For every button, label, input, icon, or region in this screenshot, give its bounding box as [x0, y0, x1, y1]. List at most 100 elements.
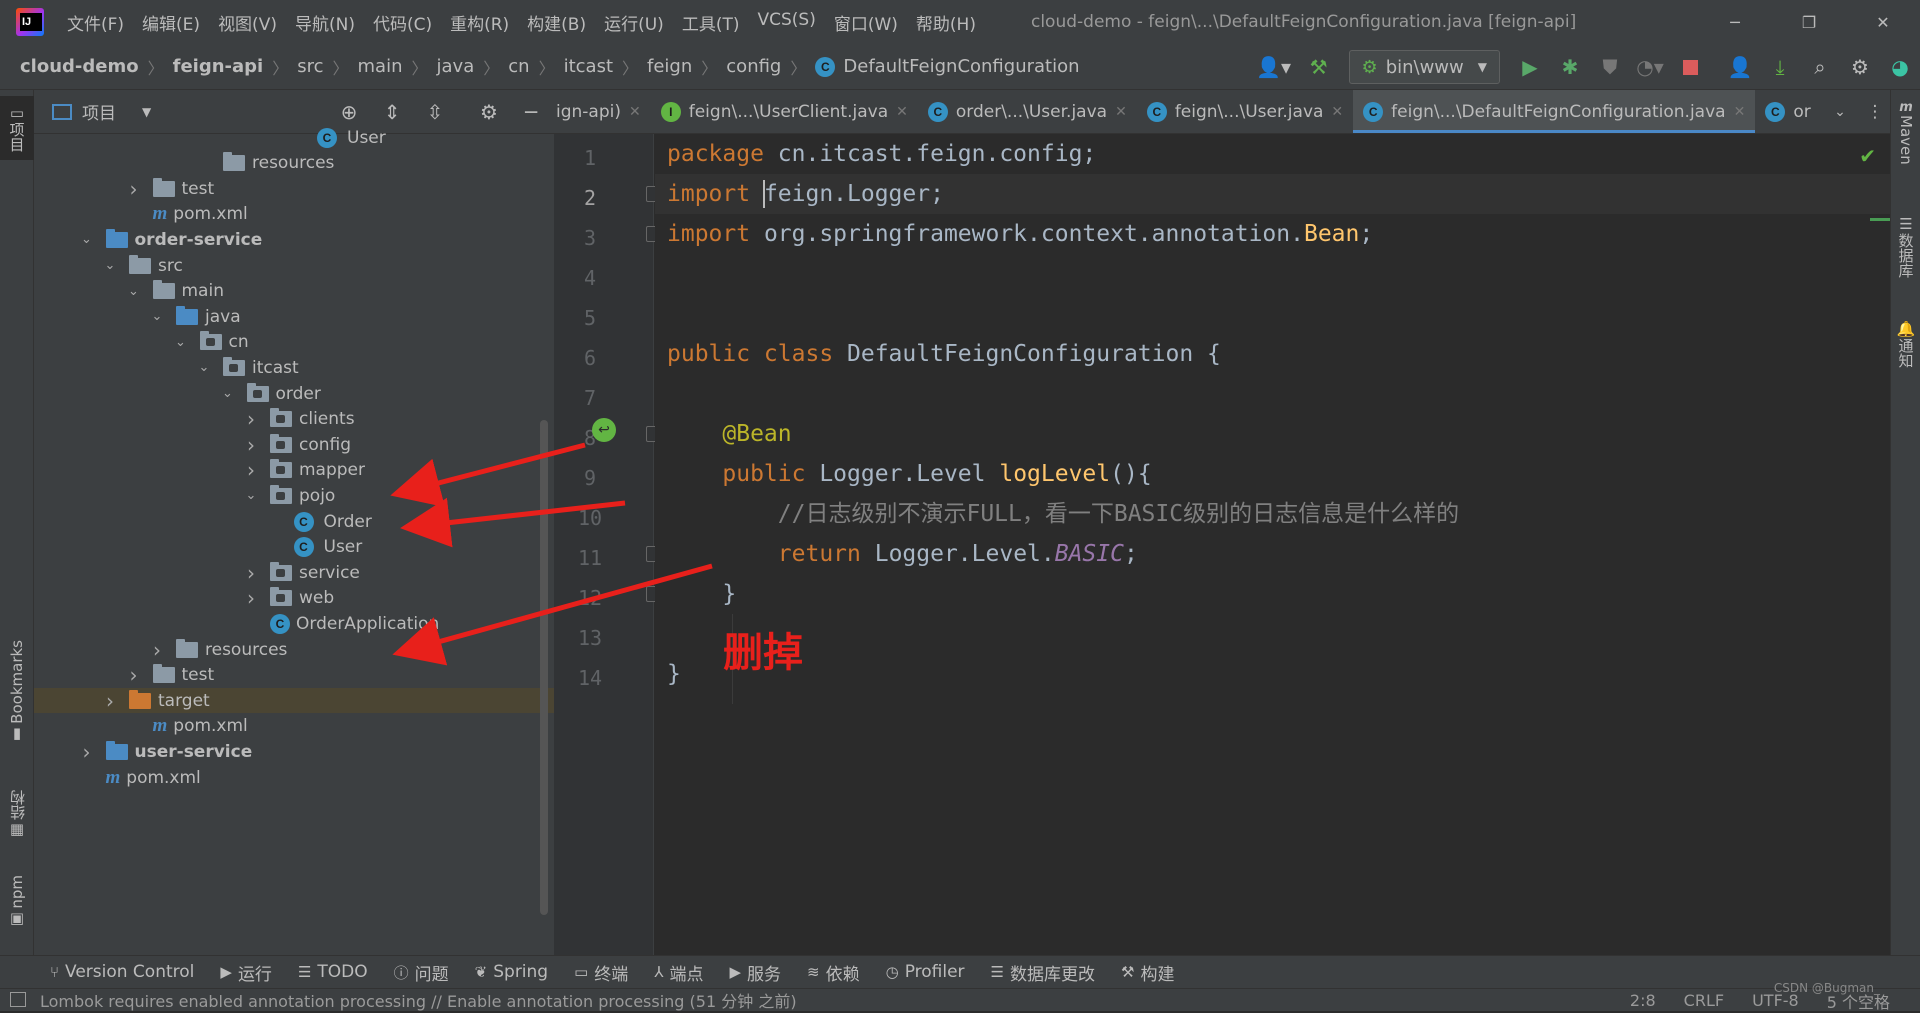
- maven-tool-tab[interactable]: m Maven: [1891, 100, 1920, 190]
- menu-item[interactable]: 工具(T): [673, 10, 749, 35]
- tree-item[interactable]: resources: [34, 151, 554, 176]
- breadcrumb-item[interactable]: main: [358, 56, 403, 77]
- bottom-tool-tab[interactable]: ▭ 终端: [574, 960, 628, 985]
- expand-all-icon[interactable]: ⇕: [377, 98, 407, 126]
- menu-item[interactable]: 构建(B): [518, 10, 595, 35]
- code-line[interactable]: import org.springframework.context.annot…: [667, 214, 1373, 254]
- caret-position[interactable]: 2:8: [1630, 991, 1656, 1010]
- tree-item[interactable]: m pom.xml: [34, 202, 554, 227]
- menu-item[interactable]: 文件(F): [58, 10, 133, 35]
- chevron-down-icon[interactable]: ⌄: [195, 360, 213, 375]
- bottom-tool-tab[interactable]: ☰ 数据库更改: [991, 960, 1095, 985]
- menu-item[interactable]: 帮助(H): [907, 10, 985, 35]
- bottom-tool-tab[interactable]: ≋ 依赖: [807, 960, 860, 985]
- bottom-tool-tab[interactable]: ⓘ 问题: [394, 960, 449, 985]
- chevron-right-icon[interactable]: ›: [125, 663, 143, 687]
- chevron-right-icon[interactable]: ›: [242, 458, 260, 482]
- npm-tool-tab[interactable]: npm ▣: [0, 875, 34, 935]
- code-line[interactable]: }: [667, 654, 681, 694]
- structure-tool-tab[interactable]: 结构 ▦: [0, 790, 34, 850]
- close-tab-icon[interactable]: ✕: [1331, 104, 1343, 120]
- settings-gear-icon[interactable]: ⚙: [474, 98, 504, 126]
- chevron-down-icon[interactable]: ⌄: [78, 232, 96, 247]
- close-tab-icon[interactable]: ✕: [1734, 104, 1746, 120]
- update-icon[interactable]: ⤓: [1760, 44, 1800, 90]
- code-line[interactable]: import feign.Logger;: [667, 174, 944, 214]
- run-config-select[interactable]: ⚙ bin\www ▼: [1348, 50, 1500, 84]
- breadcrumb-item[interactable]: itcast: [564, 56, 613, 77]
- bottom-tool-tab[interactable]: ◷ Profiler: [886, 962, 965, 982]
- tree-item[interactable]: › service: [34, 560, 554, 585]
- coverage-icon[interactable]: ⛊: [1590, 44, 1630, 90]
- search-icon[interactable]: ⌕: [1800, 44, 1840, 90]
- code-editor[interactable]: ✔ package cn.itcast.feign.config; import …: [655, 134, 1890, 955]
- spring-bean-gutter-icon[interactable]: ↩: [592, 418, 616, 442]
- breadcrumb-item[interactable]: feign: [647, 56, 692, 77]
- bottom-tool-tab[interactable]: ▶ 服务: [729, 960, 781, 985]
- chevron-down-icon[interactable]: ⌄: [219, 386, 237, 401]
- code-line[interactable]: //日志级别不演示FULL，看一下BASIC级别的日志信息是什么样的: [667, 494, 1459, 534]
- tree-item[interactable]: C User: [34, 535, 554, 560]
- bottom-tool-tab[interactable]: ☰ TODO: [298, 962, 368, 982]
- tab-list-chevron-icon[interactable]: ⌄: [1820, 104, 1860, 120]
- run-icon[interactable]: ▶: [1510, 44, 1550, 90]
- bottom-tool-tab[interactable]: ⑂ Version Control: [50, 962, 194, 982]
- more-options-icon[interactable]: ⋮: [1860, 102, 1890, 122]
- bottom-tool-tab[interactable]: ❦ Spring: [475, 962, 548, 982]
- chevron-down-icon[interactable]: ⌄: [148, 309, 166, 324]
- tree-item[interactable]: ⌄ order-service: [34, 227, 554, 252]
- breadcrumb-item[interactable]: DefaultFeignConfiguration: [843, 56, 1079, 77]
- tree-item[interactable]: ⌄ pojo: [34, 483, 554, 508]
- notifications-tool-tab[interactable]: 🔔 通知: [1891, 320, 1920, 380]
- menu-item[interactable]: 编辑(E): [133, 10, 209, 35]
- breadcrumb-item[interactable]: src: [297, 56, 323, 77]
- plugin-logo-icon[interactable]: ◕: [1880, 44, 1920, 90]
- code-line[interactable]: }: [667, 574, 736, 614]
- tree-item[interactable]: › user-service: [34, 739, 554, 764]
- code-line[interactable]: @Bean: [667, 414, 791, 454]
- menu-item[interactable]: 窗口(W): [825, 10, 907, 35]
- inspection-ok-icon[interactable]: ✔: [1859, 144, 1876, 168]
- tree-scrollbar[interactable]: [540, 420, 548, 915]
- bottom-tool-tab[interactable]: ⚒ 构建: [1121, 960, 1174, 985]
- vcs-user-icon[interactable]: 👤▾: [1249, 44, 1299, 90]
- menu-item[interactable]: 运行(U): [595, 10, 673, 35]
- database-tool-tab[interactable]: ☰ 数据库: [1891, 215, 1920, 285]
- minimize-icon[interactable]: ─: [1712, 0, 1758, 44]
- stop-icon[interactable]: [1670, 44, 1710, 90]
- intellij-logo-icon[interactable]: [16, 8, 44, 36]
- account-icon[interactable]: 👤: [1720, 44, 1760, 90]
- tree-item[interactable]: ⌄ itcast: [34, 355, 554, 380]
- tree-item[interactable]: › test: [34, 176, 554, 201]
- debug-icon[interactable]: ✱: [1550, 44, 1590, 90]
- tree-item[interactable]: m pom.xml: [34, 765, 554, 790]
- breadcrumb-item[interactable]: cn: [508, 56, 529, 77]
- status-toggle-icon[interactable]: [10, 992, 26, 1007]
- editor-tab[interactable]: Corder\...\User.java ✕: [918, 90, 1137, 133]
- chevron-right-icon[interactable]: ›: [148, 638, 166, 662]
- code-line[interactable]: public class DefaultFeignConfiguration {: [667, 334, 1221, 374]
- menu-item[interactable]: 导航(N): [286, 10, 364, 35]
- breadcrumb-item[interactable]: cloud-demo: [20, 56, 139, 77]
- menu-item[interactable]: 视图(V): [209, 10, 286, 35]
- hide-panel-icon[interactable]: ─: [516, 98, 546, 126]
- chevron-right-icon[interactable]: ›: [242, 433, 260, 457]
- tree-item[interactable]: › test: [34, 663, 554, 688]
- chevron-right-icon[interactable]: ›: [125, 177, 143, 201]
- status-message[interactable]: Lombok requires enabled annotation proce…: [40, 988, 797, 1012]
- close-tab-icon[interactable]: ✕: [1115, 104, 1127, 120]
- tree-item[interactable]: ⌄ java: [34, 304, 554, 329]
- tree-item[interactable]: C OrderApplication: [34, 611, 554, 636]
- chevron-right-icon[interactable]: ›: [242, 561, 260, 585]
- chevron-right-icon[interactable]: ›: [242, 586, 260, 610]
- restore-icon[interactable]: ❐: [1786, 0, 1832, 44]
- code-line[interactable]: public Logger.Level logLevel(){: [667, 454, 1151, 494]
- code-line[interactable]: package cn.itcast.feign.config;: [667, 134, 1096, 174]
- tree-item[interactable]: › config: [34, 432, 554, 457]
- build-hammer-icon[interactable]: ⚒: [1299, 44, 1339, 90]
- tree-item[interactable]: › web: [34, 586, 554, 611]
- code-line[interactable]: return Logger.Level.BASIC;: [667, 534, 1138, 574]
- tree-item[interactable]: › target: [34, 688, 554, 714]
- tree-item[interactable]: › clients: [34, 407, 554, 432]
- editor-tab[interactable]: Cfeign\...\DefaultFeignConfiguration.jav…: [1353, 90, 1756, 133]
